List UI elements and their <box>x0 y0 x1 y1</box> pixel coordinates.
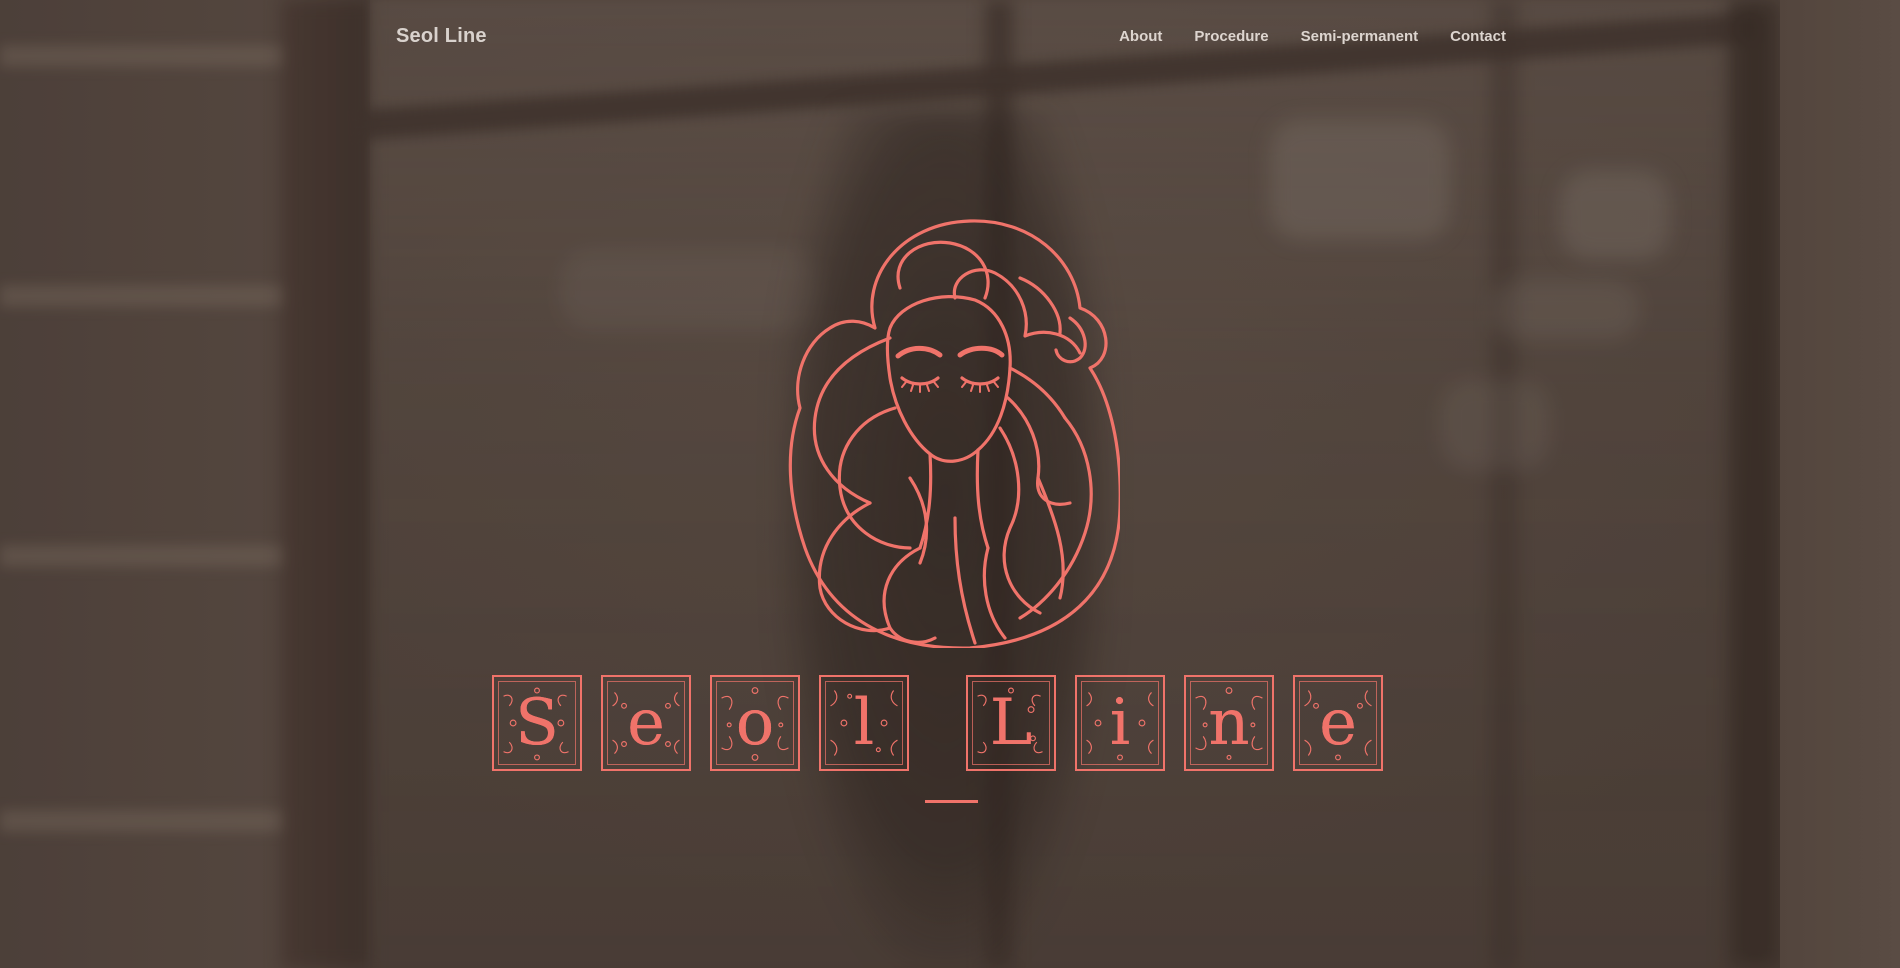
title-letter: S <box>515 686 559 760</box>
title-letter: l <box>853 686 875 760</box>
nav-link-procedure[interactable]: Procedure <box>1194 28 1268 45</box>
title-letter-tile: e <box>601 675 691 771</box>
title-letter-tile: e <box>1293 675 1383 771</box>
title-letter: o <box>735 686 775 760</box>
brand-link[interactable]: Seol Line <box>396 25 487 48</box>
title-letter-tile: i <box>1075 675 1165 771</box>
nav-link-contact[interactable]: Contact <box>1450 28 1506 45</box>
title-letter: e <box>1319 686 1357 760</box>
title-letter: L <box>989 686 1033 760</box>
title-letter-tile: S <box>492 675 582 771</box>
nav-link-about[interactable]: About <box>1119 28 1162 45</box>
nav-link-semi-permanent[interactable]: Semi-permanent <box>1301 28 1419 45</box>
title-letter: e <box>627 686 665 760</box>
title-divider <box>925 800 978 803</box>
title-letter: n <box>1208 686 1250 760</box>
site-title: S e o l L i n e <box>492 675 1402 771</box>
nav-menu: About Procedure Semi-permanent Contact <box>1119 28 1506 45</box>
woman-face-hair-logo-icon <box>780 218 1122 650</box>
title-letter-tile: L <box>966 675 1056 771</box>
hero-section: Seol Line About Procedure Semi-permanent… <box>0 0 1900 968</box>
title-letter-tile: n <box>1184 675 1274 771</box>
top-navigation: Seol Line About Procedure Semi-permanent… <box>396 22 1506 50</box>
title-letter: i <box>1109 686 1131 760</box>
title-letter-tile: o <box>710 675 800 771</box>
title-letter-tile: l <box>819 675 909 771</box>
